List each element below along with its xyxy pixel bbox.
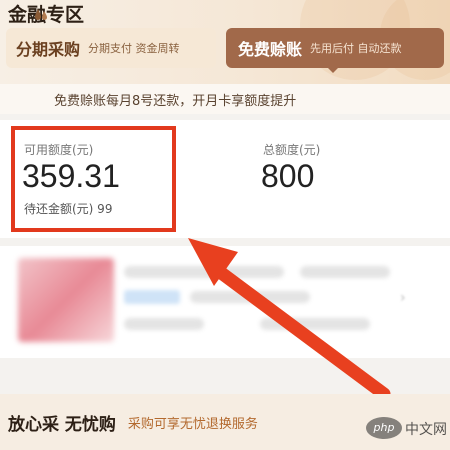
annotation-arrow [188, 238, 391, 401]
worry-free-title: 放心采 无忧购 [8, 414, 116, 435]
worry-free-banner[interactable]: 放心采 无忧购 采购可享无忧退换服务 [0, 394, 450, 450]
worry-free-subtitle: 采购可享无忧退换服务 [127, 416, 258, 432]
